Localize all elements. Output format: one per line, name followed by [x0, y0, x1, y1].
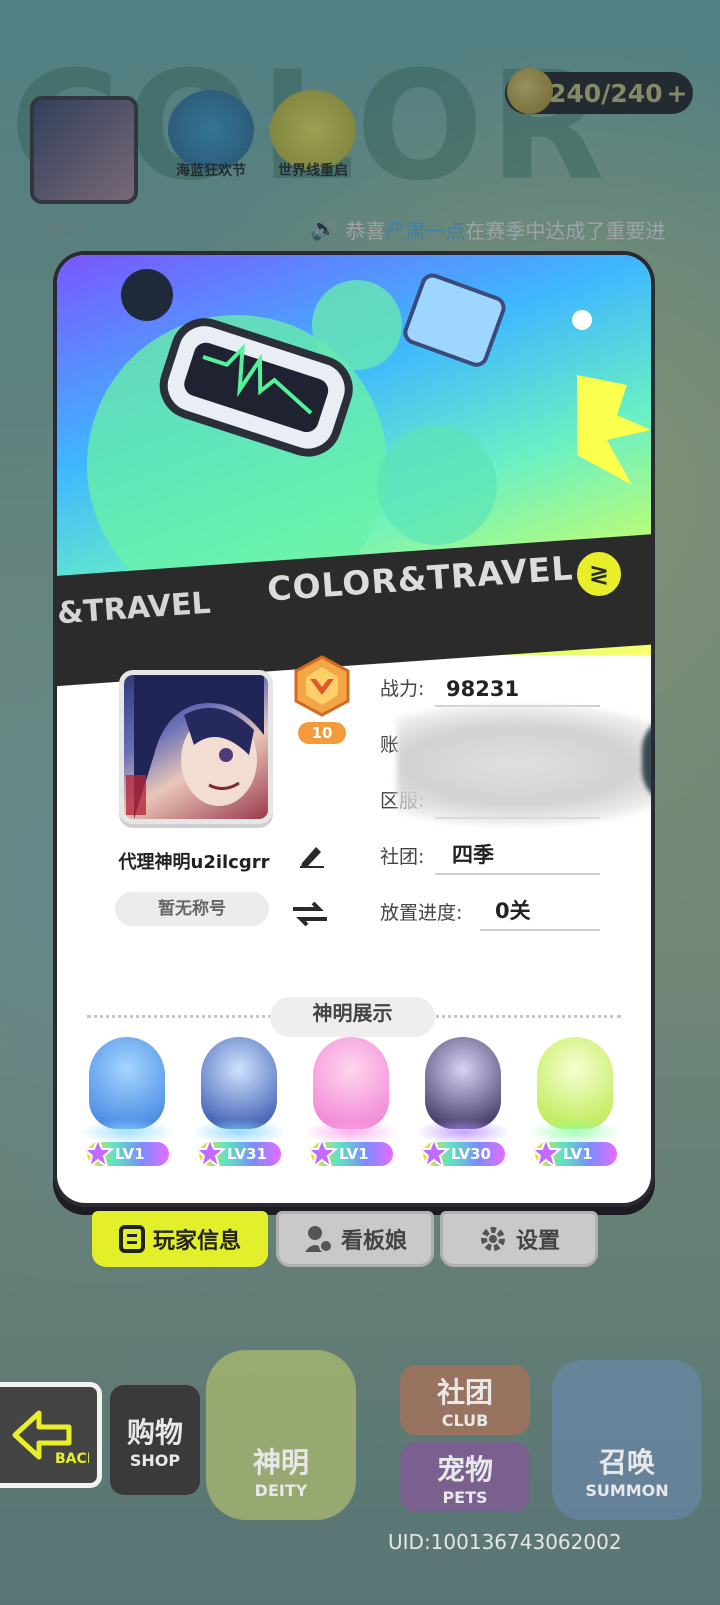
- stat-club-label: 社团:: [380, 846, 425, 868]
- pencil-icon: [300, 847, 324, 868]
- star-icon: [531, 1138, 561, 1168]
- deity-button[interactable]: 神明 DEITY: [206, 1350, 356, 1520]
- stat-power-value: 98231: [446, 677, 520, 701]
- star-icon: [195, 1138, 225, 1168]
- deity-figure: [537, 1037, 613, 1129]
- deity-level-badge: LV1: [83, 1138, 169, 1168]
- stat-club: 社团: 四季: [380, 837, 600, 875]
- deity-slot[interactable]: LV31: [189, 1037, 289, 1168]
- tab-settings-label: 设置: [515, 1229, 560, 1254]
- deity-showcase-title: 神明展示: [270, 997, 435, 1037]
- player-name: 代理神明u2ilcgrr: [118, 852, 270, 873]
- stat-power: 战力: 98231: [380, 669, 600, 707]
- summon-button[interactable]: 召唤 SUMMON: [552, 1360, 702, 1520]
- tab-player-info[interactable]: 玩家信息: [92, 1211, 268, 1267]
- deity-figure: [89, 1037, 165, 1129]
- uid-text: UID:100136743062002: [388, 1530, 622, 1554]
- deity-level-badge: LV31: [195, 1138, 281, 1168]
- club-button[interactable]: 社团 CLUB: [400, 1365, 530, 1435]
- stat-idle-progress: 放置进度: 0关: [380, 893, 600, 931]
- gear-icon: [480, 1227, 505, 1251]
- shop-button[interactable]: 购物 SHOP: [110, 1385, 200, 1495]
- tab-mascot-label: 看板娘: [340, 1229, 407, 1254]
- tab-player-info-label: 玩家信息: [152, 1229, 241, 1254]
- avatar-portrait: [126, 675, 264, 819]
- deity-figure: [313, 1037, 389, 1129]
- star-icon: [83, 1138, 113, 1168]
- stat-club-value: 四季: [452, 843, 494, 867]
- deity-slot[interactable]: LV1: [77, 1037, 177, 1168]
- player-avatar[interactable]: [119, 670, 273, 824]
- deity-level-badge: LV30: [419, 1138, 505, 1168]
- switch-arrows-icon[interactable]: [289, 899, 331, 929]
- profile-banner: COLOR&TRAVEL &TRAVEL ≷: [57, 255, 651, 688]
- back-button[interactable]: BACK: [0, 1382, 102, 1488]
- rank-badge-icon: [294, 655, 350, 717]
- pets-button[interactable]: 宠物 PETS: [400, 1442, 530, 1512]
- deity-level-badge: LV1: [307, 1138, 393, 1168]
- deity-slot[interactable]: LV30: [413, 1037, 513, 1168]
- stat-power-label: 战力:: [380, 678, 425, 700]
- player-title[interactable]: 暂无称号: [115, 892, 269, 926]
- deity-slot[interactable]: LV1: [301, 1037, 401, 1168]
- deity-figure: [201, 1037, 277, 1129]
- stat-idle-value: 0关: [495, 899, 531, 923]
- star-icon: [419, 1138, 449, 1168]
- edit-name-button[interactable]: [294, 837, 330, 873]
- banner-badge: ≷: [573, 548, 625, 600]
- star-icon: [307, 1138, 337, 1168]
- rank-level: 10: [298, 722, 346, 744]
- tab-mascot[interactable]: 看板娘: [276, 1211, 434, 1267]
- deity-level-badge: LV1: [531, 1138, 617, 1168]
- back-label: BACK: [55, 1451, 89, 1465]
- privacy-blur: [397, 705, 651, 825]
- deity-slot[interactable]: LV1: [525, 1037, 625, 1168]
- tab-settings[interactable]: 设置: [440, 1211, 598, 1267]
- back-arrow-icon: BACK: [12, 1410, 89, 1465]
- profile-icon: [118, 1225, 145, 1253]
- stat-idle-label: 放置进度:: [380, 902, 463, 924]
- deity-figure: [425, 1037, 501, 1129]
- player-info-card: COLOR&TRAVEL &TRAVEL ≷ 10 代理神明u2ilcgrr 暂…: [57, 255, 651, 1203]
- mascot-icon: [304, 1226, 333, 1253]
